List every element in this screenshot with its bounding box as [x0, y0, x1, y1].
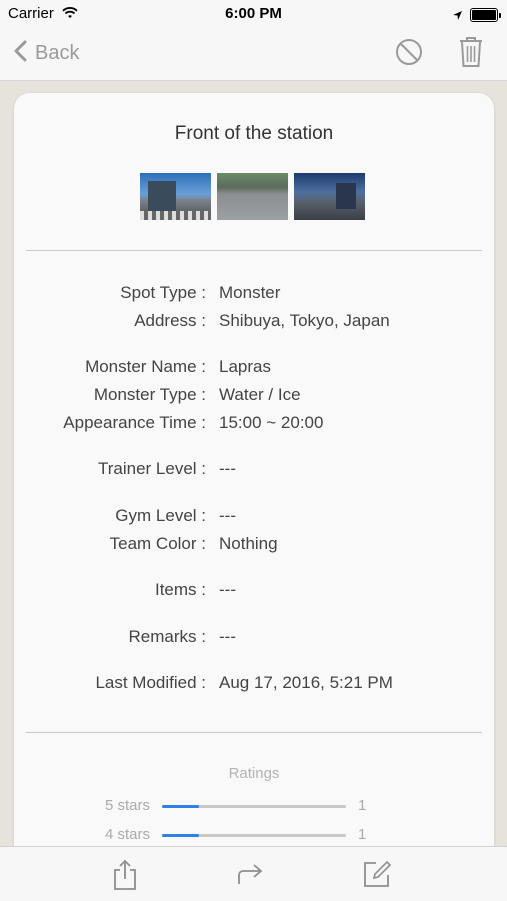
- field-gym-level: Gym Level : ---: [14, 506, 494, 530]
- field-value: Monster: [219, 283, 281, 302]
- field-value: ---: [219, 506, 236, 525]
- rating-count: 1: [358, 797, 367, 814]
- field-team-color: Team Color : Nothing: [14, 534, 494, 558]
- back-button[interactable]: Back: [14, 40, 79, 67]
- field-spot-type: Spot Type : Monster: [14, 283, 494, 307]
- field-value: 15:00 ~ 20:00: [219, 413, 324, 432]
- rating-label: 5 stars: [104, 797, 150, 814]
- field-address: Address : Shibuya, Tokyo, Japan: [14, 311, 494, 335]
- rating-label: 4 stars: [104, 826, 150, 843]
- back-chevron-icon: [14, 40, 27, 67]
- field-trainer-level: Trainer Level : ---: [14, 459, 494, 483]
- photo-strip: [140, 173, 365, 220]
- navigation-bar: Back: [0, 28, 507, 81]
- field-label: Monster Name :: [85, 357, 206, 376]
- status-bar: Carrier 6:00 PM: [0, 0, 507, 28]
- field-value: Aug 17, 2016, 5:21 PM: [219, 673, 393, 692]
- field-monster-name: Monster Name : Lapras: [14, 357, 494, 381]
- field-value: Shibuya, Tokyo, Japan: [219, 311, 390, 330]
- field-label: Spot Type :: [120, 283, 206, 302]
- rating-bar-fill: [162, 834, 199, 837]
- field-appearance-time: Appearance Time : 15:00 ~ 20:00: [14, 413, 494, 437]
- back-label: Back: [35, 42, 80, 64]
- rating-bar: [162, 834, 346, 837]
- field-monster-type: Monster Type : Water / Ice: [14, 385, 494, 409]
- field-label: Trainer Level :: [97, 459, 206, 478]
- battery-icon: [470, 8, 501, 22]
- field-label: Last Modified :: [95, 673, 206, 692]
- clock-label: 6:00 PM: [225, 5, 282, 22]
- no-entry-button[interactable]: [395, 38, 423, 71]
- field-label: Remarks :: [128, 627, 206, 646]
- delete-button[interactable]: [458, 36, 484, 73]
- field-label: Team Color :: [109, 534, 206, 553]
- photo-thumbnail[interactable]: [140, 173, 211, 220]
- field-label: Gym Level :: [115, 506, 206, 525]
- trash-icon: [460, 37, 482, 67]
- forward-icon: [238, 864, 263, 884]
- rating-bar-fill: [162, 805, 199, 808]
- field-last-modified: Last Modified : Aug 17, 2016, 5:21 PM: [14, 673, 494, 697]
- no-entry-icon: [396, 39, 422, 65]
- forward-button[interactable]: [236, 861, 264, 892]
- bottom-toolbar: [0, 846, 507, 901]
- location-arrow-icon: [452, 8, 463, 26]
- field-value: Lapras: [219, 357, 271, 376]
- edit-button[interactable]: [362, 859, 392, 894]
- rating-bar: [162, 805, 346, 808]
- field-value: Water / Ice: [219, 385, 301, 404]
- rating-count: 1: [358, 826, 367, 843]
- field-label: Monster Type :: [93, 385, 206, 404]
- field-value: Nothing: [219, 534, 278, 553]
- photo-thumbnail[interactable]: [294, 173, 365, 220]
- rating-row: 4 stars 1: [14, 826, 494, 846]
- field-label: Items :: [154, 580, 206, 599]
- divider: [26, 732, 482, 733]
- photo-thumbnail[interactable]: [217, 173, 288, 220]
- share-button[interactable]: [112, 859, 138, 896]
- field-label: Address :: [134, 311, 206, 330]
- divider: [26, 250, 482, 251]
- field-value: ---: [219, 580, 236, 599]
- spot-detail-card: Front of the station Spot Type : Monster…: [14, 93, 494, 873]
- edit-icon: [364, 860, 392, 887]
- field-label: Appearance Time :: [63, 413, 206, 432]
- ratings-title: Ratings: [228, 765, 280, 782]
- field-value: ---: [219, 459, 236, 478]
- field-value: ---: [219, 627, 236, 646]
- share-icon: [114, 859, 136, 890]
- field-items: Items : ---: [14, 580, 494, 604]
- rating-row: 5 stars 1: [14, 797, 494, 817]
- spot-title: Front of the station: [174, 123, 334, 144]
- field-remarks: Remarks : ---: [14, 627, 494, 651]
